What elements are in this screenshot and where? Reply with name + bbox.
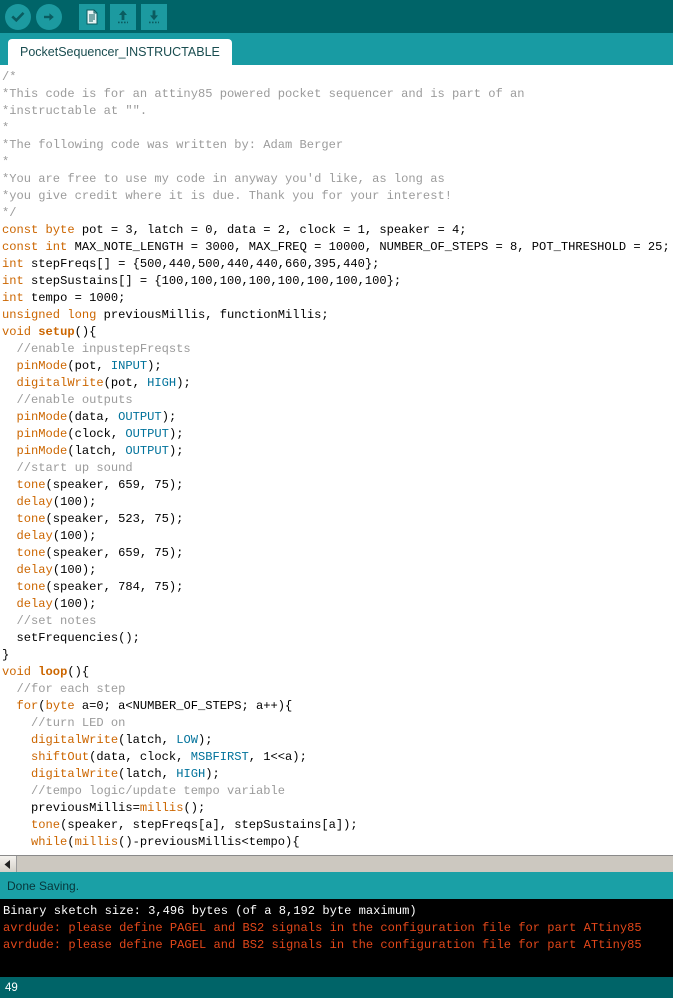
code-editor[interactable]: /* *This code is for an attiny85 powered … bbox=[0, 65, 673, 855]
code-line: delay(100); bbox=[16, 529, 97, 543]
code-line: *The following code was written by: Adam… bbox=[2, 138, 344, 152]
scrollbar-track[interactable] bbox=[17, 856, 673, 872]
code-line: *instructable at "". bbox=[2, 104, 148, 118]
code-line: tone(speaker, 784, 75); bbox=[16, 580, 184, 594]
code-line: //enable inpustepFreqsts bbox=[2, 342, 191, 356]
code-line: void loop(){ bbox=[2, 665, 90, 679]
new-sketch-button[interactable] bbox=[78, 3, 106, 31]
code-line: int tempo = 1000; bbox=[2, 291, 126, 305]
code-line: */ bbox=[2, 206, 17, 220]
save-sketch-button[interactable] bbox=[140, 3, 168, 31]
verify-button[interactable] bbox=[4, 3, 32, 31]
code-line: pinMode(data, OUTPUT); bbox=[16, 410, 177, 424]
code-line: pinMode(latch, OUTPUT); bbox=[16, 444, 184, 458]
code-line: tone(speaker, 659, 75); bbox=[16, 546, 184, 560]
code-line: //turn LED on bbox=[2, 716, 126, 730]
code-line: const byte pot = 3, latch = 0, data = 2,… bbox=[2, 223, 467, 237]
horizontal-scrollbar[interactable] bbox=[0, 855, 673, 872]
code-line: * bbox=[2, 155, 10, 169]
status-bar: Done Saving. bbox=[0, 872, 673, 899]
code-line: digitalWrite(latch, LOW); bbox=[31, 733, 213, 747]
upload-button[interactable] bbox=[35, 3, 63, 31]
code-line: delay(100); bbox=[16, 597, 97, 611]
arrow-down-icon bbox=[141, 3, 167, 30]
code-line: delay(100); bbox=[16, 563, 97, 577]
arrow-right-circle-icon bbox=[36, 3, 62, 30]
code-line: pinMode(pot, INPUT); bbox=[16, 359, 162, 373]
code-line: int stepFreqs[] = {500,440,500,440,440,6… bbox=[2, 257, 380, 271]
code-line: shiftOut(data, clock, MSBFIRST, 1<<a); bbox=[31, 750, 307, 764]
code-line: *You are free to use my code in anyway y… bbox=[2, 172, 445, 186]
code-line: digitalWrite(pot, HIGH); bbox=[16, 376, 191, 390]
code-line: previousMillis=millis(); bbox=[2, 801, 206, 815]
code-line: tone(speaker, 523, 75); bbox=[16, 512, 184, 526]
code-line: void setup(){ bbox=[2, 325, 97, 339]
code-line: //start up sound bbox=[2, 461, 133, 475]
arrow-up-icon bbox=[110, 3, 136, 30]
console-output[interactable]: Binary sketch size: 3,496 bytes (of a 8,… bbox=[0, 899, 673, 977]
code-text[interactable]: /* *This code is for an attiny85 powered … bbox=[0, 65, 673, 851]
open-sketch-button[interactable] bbox=[109, 3, 137, 31]
line-number-indicator: 49 bbox=[0, 977, 673, 998]
code-line: tone(speaker, stepFreqs[a], stepSustains… bbox=[31, 818, 358, 832]
line-number-value: 49 bbox=[5, 981, 18, 994]
console-line: Binary sketch size: 3,496 bytes (of a 8,… bbox=[3, 904, 417, 918]
status-message: Done Saving. bbox=[7, 878, 80, 893]
code-line: } bbox=[2, 648, 10, 662]
code-line: int stepSustains[] = {100,100,100,100,10… bbox=[2, 274, 402, 288]
toolbar bbox=[0, 0, 673, 33]
code-line: * bbox=[2, 121, 10, 135]
code-line: pinMode(clock, OUTPUT); bbox=[16, 427, 184, 441]
code-line: //set notes bbox=[2, 614, 97, 628]
console-line: avrdude: please define PAGEL and BS2 sig… bbox=[3, 938, 642, 952]
code-line: setFrequencies(); bbox=[2, 631, 140, 645]
code-line: *This code is for an attiny85 powered po… bbox=[2, 87, 525, 101]
code-line: //enable outputs bbox=[2, 393, 133, 407]
code-line: delay(100); bbox=[16, 495, 97, 509]
console-line: avrdude: please define PAGEL and BS2 sig… bbox=[3, 921, 642, 935]
code-line: for(byte a=0; a<NUMBER_OF_STEPS; a++){ bbox=[16, 699, 293, 713]
tab-bar: PocketSequencer_INSTRUCTABLE bbox=[0, 33, 673, 65]
tab-pocketsequencer[interactable]: PocketSequencer_INSTRUCTABLE bbox=[8, 39, 232, 65]
triangle-left-icon[interactable] bbox=[0, 856, 17, 872]
code-line: while(millis()-previousMillis<tempo){ bbox=[31, 835, 300, 849]
code-line: /* bbox=[2, 70, 17, 84]
arduino-ide-window: PocketSequencer_INSTRUCTABLE /* *This cod… bbox=[0, 0, 673, 998]
code-line: tone(speaker, 659, 75); bbox=[16, 478, 184, 492]
code-line: unsigned long previousMillis, functionMi… bbox=[2, 308, 329, 322]
checkmark-circle-icon bbox=[5, 3, 31, 30]
code-line: *you give credit where it is due. Thank … bbox=[2, 189, 452, 203]
code-line: //for each step bbox=[2, 682, 126, 696]
code-line: const int MAX_NOTE_LENGTH = 3000, MAX_FR… bbox=[2, 240, 670, 254]
code-line: digitalWrite(latch, HIGH); bbox=[31, 767, 220, 781]
code-line: //tempo logic/update tempo variable bbox=[2, 784, 286, 798]
new-file-icon bbox=[79, 3, 105, 30]
